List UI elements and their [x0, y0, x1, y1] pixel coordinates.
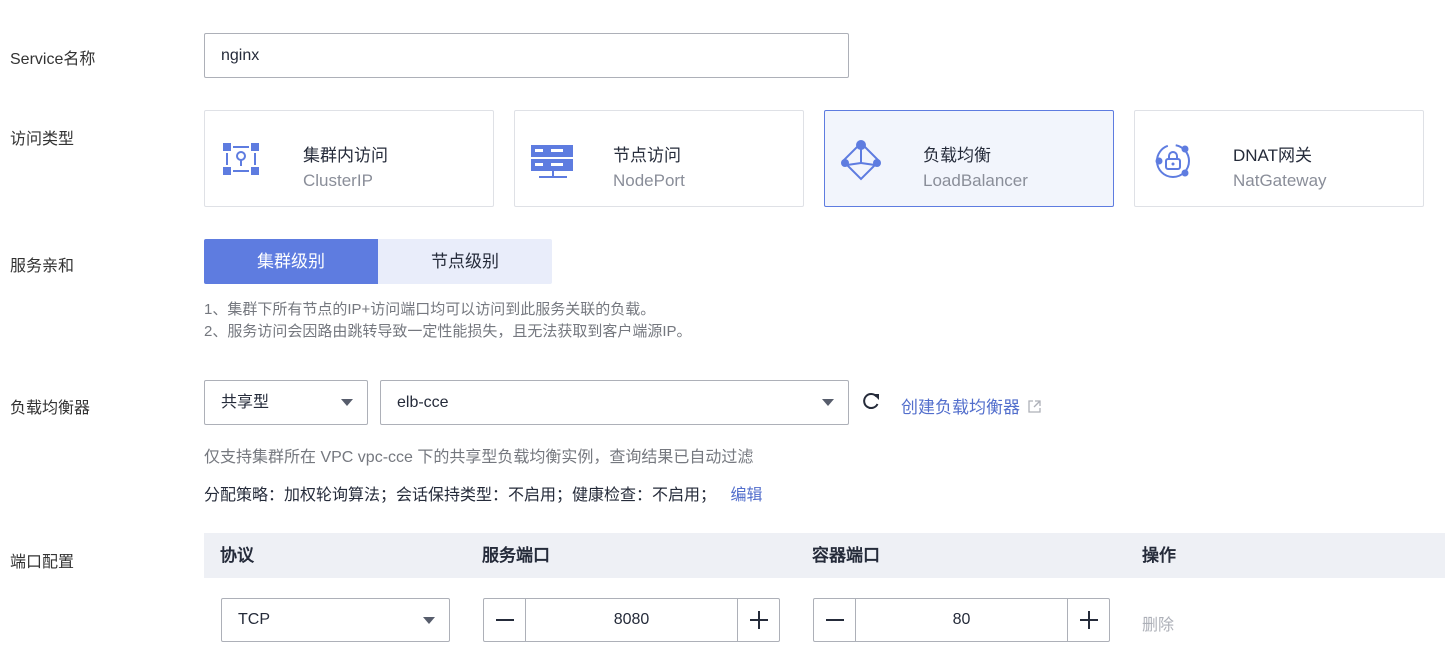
service-name-input[interactable]: nginx	[204, 33, 849, 78]
chevron-down-icon	[423, 617, 435, 624]
load-balancer-label: 负载均衡器	[10, 400, 91, 417]
affinity-cluster-level-button[interactable]: 集群级别	[204, 239, 378, 284]
chevron-down-icon	[822, 399, 834, 406]
lb-filter-hint: 仅支持集群所在 VPC vpc-cce 下的共享型负载均衡实例，查询结果已自动过…	[204, 449, 754, 466]
affinity-node-level-button[interactable]: 节点级别	[378, 239, 552, 284]
minus-icon	[826, 619, 844, 621]
card-title: DNAT网关	[1233, 146, 1313, 165]
delete-port-button[interactable]: 删除	[1142, 611, 1174, 635]
container-port-decrement-button[interactable]	[814, 599, 856, 641]
service-port-decrement-button[interactable]	[484, 599, 526, 641]
protocol-select[interactable]: TCP	[221, 598, 450, 642]
action-column-header: 操作	[1142, 546, 1176, 565]
node-port-icon	[531, 145, 573, 178]
service-port-column-header: 服务端口	[482, 546, 550, 565]
affinity-note: 1、集群下所有节点的IP+访问端口均可以访问到此服务关联的负载。	[204, 301, 656, 318]
refresh-icon[interactable]	[861, 391, 881, 411]
create-load-balancer-link[interactable]: 创建负载均衡器	[901, 393, 1042, 418]
port-config-label: 端口配置	[10, 554, 75, 571]
container-port-value[interactable]: 80	[856, 599, 1067, 641]
card-subtitle: NatGateway	[1233, 171, 1327, 190]
container-port-stepper[interactable]: 80	[813, 598, 1110, 642]
chevron-down-icon	[341, 399, 353, 406]
access-type-card-loadbalancer[interactable]: 负载均衡 LoadBalancer	[824, 110, 1114, 207]
lb-type-value: 共享型	[221, 394, 270, 411]
affinity-note: 2、服务访问会因路由跳转导致一定性能损失，且无法获取到客户端源IP。	[204, 323, 692, 340]
nat-gateway-icon	[1155, 144, 1190, 178]
lb-instance-value: elb-cce	[397, 394, 449, 411]
lb-type-select[interactable]: 共享型	[204, 380, 368, 425]
cluster-ip-icon	[223, 143, 259, 175]
access-type-label: 访问类型	[10, 131, 75, 148]
access-type-card-natgateway[interactable]: DNAT网关 NatGateway	[1134, 110, 1424, 207]
access-type-card-clusterip[interactable]: 集群内访问 ClusterIP	[204, 110, 494, 207]
lb-instance-select[interactable]: elb-cce	[380, 380, 849, 425]
card-subtitle: ClusterIP	[303, 171, 373, 190]
service-affinity-label: 服务亲和	[10, 258, 75, 275]
protocol-column-header: 协议	[220, 546, 254, 565]
card-subtitle: NodePort	[613, 171, 685, 190]
minus-icon	[496, 619, 514, 621]
service-port-value[interactable]: 8080	[526, 599, 737, 641]
card-title: 负载均衡	[923, 146, 991, 165]
access-type-card-nodeport[interactable]: 节点访问 NodePort	[514, 110, 804, 207]
create-load-balancer-label: 创建负载均衡器	[901, 398, 1020, 417]
external-link-icon	[1028, 400, 1041, 413]
card-subtitle: LoadBalancer	[923, 171, 1028, 190]
card-title: 集群内访问	[303, 146, 388, 165]
lb-policy-text: 分配策略：加权轮询算法；会话保持类型：不启用；健康检查：不启用；	[204, 487, 717, 504]
load-balancer-icon	[841, 140, 881, 181]
container-port-column-header: 容器端口	[812, 546, 880, 565]
container-port-increment-button[interactable]	[1067, 599, 1109, 641]
service-port-increment-button[interactable]	[737, 599, 779, 641]
service-name-label: Service名称	[10, 51, 96, 68]
card-title: 节点访问	[613, 146, 681, 165]
lb-policy-row: 分配策略：加权轮询算法；会话保持类型：不启用；健康检查：不启用； 编辑	[204, 481, 762, 505]
edit-policy-link[interactable]: 编辑	[730, 487, 762, 504]
protocol-value: TCP	[238, 611, 270, 628]
port-table-header: 协议 服务端口 容器端口 操作	[204, 533, 1445, 578]
service-port-stepper[interactable]: 8080	[483, 598, 780, 642]
